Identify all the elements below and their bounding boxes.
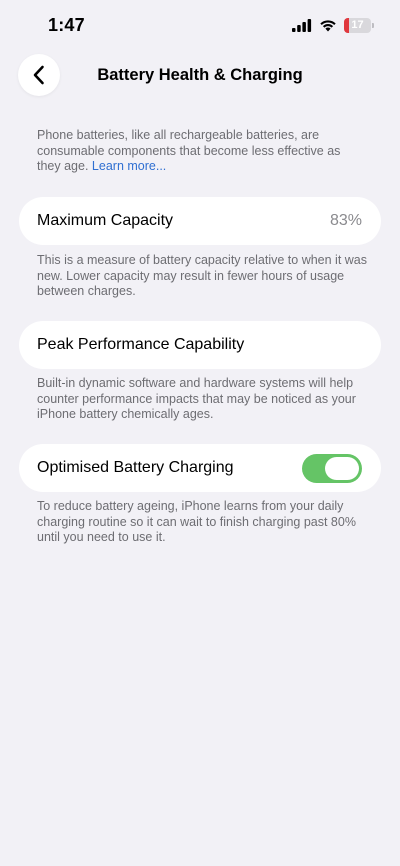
peak-performance-description: Built-in dynamic software and hardware s… <box>37 376 356 421</box>
status-time: 1:47 <box>48 15 85 35</box>
intro-text: Phone batteries, like all rechargeable b… <box>37 128 341 173</box>
maximum-capacity-label: Maximum Capacity <box>37 212 174 229</box>
battery-icon: 17 <box>344 18 374 33</box>
peak-performance-row[interactable]: Peak Performance Capability <box>19 321 381 369</box>
optimised-charging-label: Optimised Battery Charging <box>37 459 234 476</box>
maximum-capacity-description: This is a measure of battery capacity re… <box>37 253 368 298</box>
maximum-capacity-row: Maximum Capacity 83% <box>19 197 381 245</box>
battery-fill <box>344 18 349 33</box>
toggle-knob <box>325 456 359 480</box>
battery-health-screen: 1:47 17 Battery Health & Charging Phone … <box>0 0 400 866</box>
optimised-charging-row: Optimised Battery Charging <box>19 444 381 492</box>
maximum-capacity-value: 83% <box>329 212 362 229</box>
intro-description: Phone batteries, like all rechargeable b… <box>37 128 367 175</box>
optimised-charging-description: To reduce battery ageing, iPhone learns … <box>37 499 356 544</box>
battery-body: 17 <box>344 18 371 33</box>
peak-performance-label: Peak Performance Capability <box>37 336 245 353</box>
status-indicators: 17 <box>292 18 374 33</box>
status-bar: 1:47 17 <box>0 0 400 52</box>
battery-level: 17 <box>351 19 364 31</box>
learn-more-link[interactable]: Learn more... <box>92 159 166 173</box>
wifi-icon <box>320 20 336 32</box>
optimised-charging-toggle[interactable] <box>302 453 362 483</box>
signal-icon <box>292 19 312 32</box>
battery-cap <box>372 23 374 28</box>
page-title: Battery Health & Charging <box>97 66 303 84</box>
